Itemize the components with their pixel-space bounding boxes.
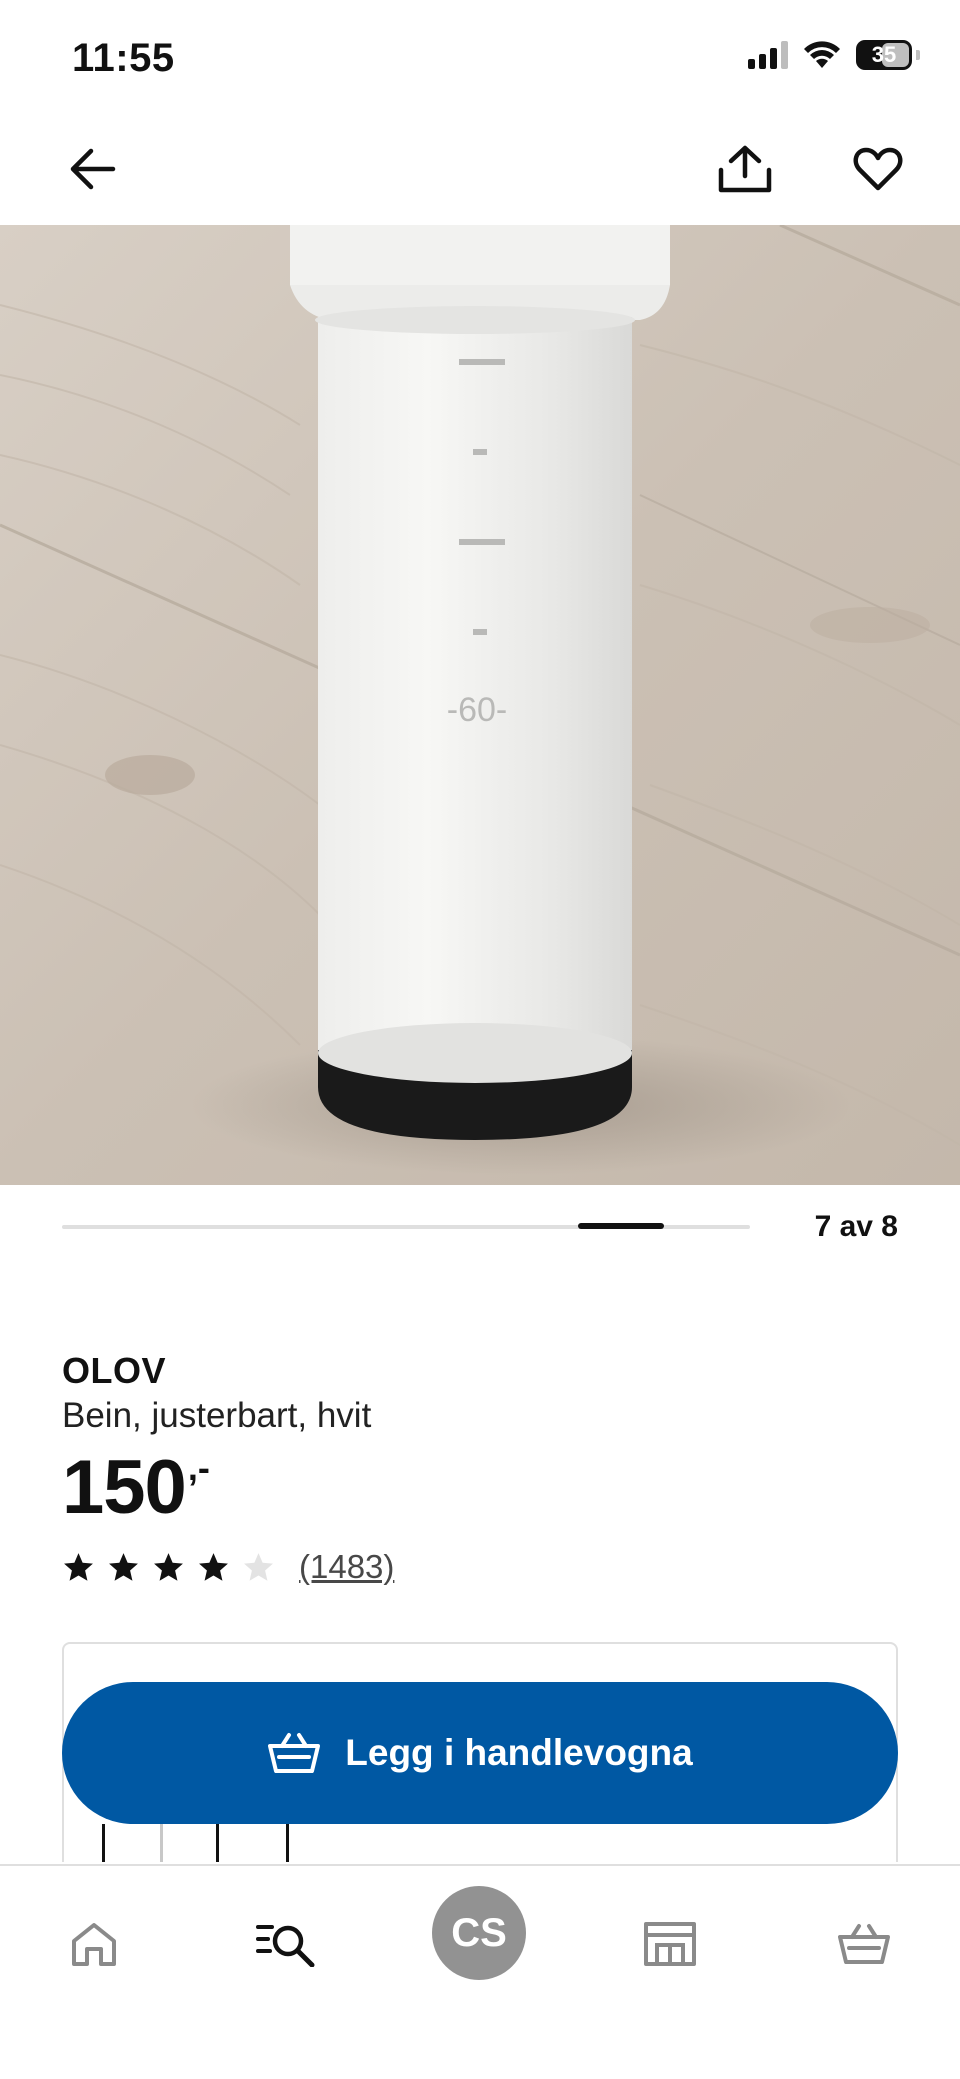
cart-icon [838,1924,890,1964]
status-time: 11:55 [72,36,175,80]
add-to-cart-button[interactable]: Legg i handlevogna [62,1682,898,1824]
card-partial-content [102,1824,302,1862]
nav-cart[interactable] [816,1896,912,1992]
star-icon-filled [154,1552,183,1581]
nav-store[interactable] [622,1896,718,1992]
scale-marking: -60- [447,691,507,729]
product-photo: -60- [0,225,960,1185]
share-icon [718,145,772,193]
share-button[interactable] [710,134,780,204]
price-value: 150 [62,1445,187,1530]
wifi-icon [804,41,840,68]
back-button[interactable] [58,134,128,204]
carousel-counter: 7 av 8 [814,1210,898,1243]
heart-icon [853,147,903,191]
basket-icon [268,1733,321,1773]
star-icon-empty [244,1552,273,1581]
battery-tip [916,50,920,60]
back-arrow-icon [70,148,116,190]
favorite-button[interactable] [843,134,913,204]
battery-level: 35 [871,42,897,67]
product-description: Bein, justerbart, hvit [62,1396,372,1435]
status-icons: 35 [748,40,920,70]
star-icon-filled [109,1552,138,1581]
cellular-signal-icon [748,41,788,69]
nav-search[interactable] [238,1896,334,1992]
search-icon [256,1925,315,1967]
star-icon-filled [199,1552,228,1581]
store-icon [644,1922,696,1966]
bottom-navigation: CS [0,1864,960,2079]
product-image[interactable]: -60- [0,225,960,1185]
review-count-link[interactable]: (1483) [299,1548,394,1586]
home-icon [72,1923,116,1966]
battery-icon: 35 [856,40,912,70]
app-bar [0,120,960,225]
product-price: 150 ,- [62,1450,210,1526]
product-name: OLOV [62,1350,167,1391]
price-suffix: ,- [187,1447,210,1488]
nav-home[interactable] [46,1896,142,1992]
status-bar: 11:55 35 [0,0,960,120]
image-carousel-indicator: 7 av 8 [62,1208,898,1248]
star-icon-filled [64,1552,93,1581]
product-rating[interactable]: (1483) [62,1548,394,1586]
carousel-position-thumb [578,1223,664,1229]
add-to-cart-label: Legg i handlevogna [345,1732,693,1773]
nav-profile-avatar[interactable]: CS [432,1886,526,1980]
